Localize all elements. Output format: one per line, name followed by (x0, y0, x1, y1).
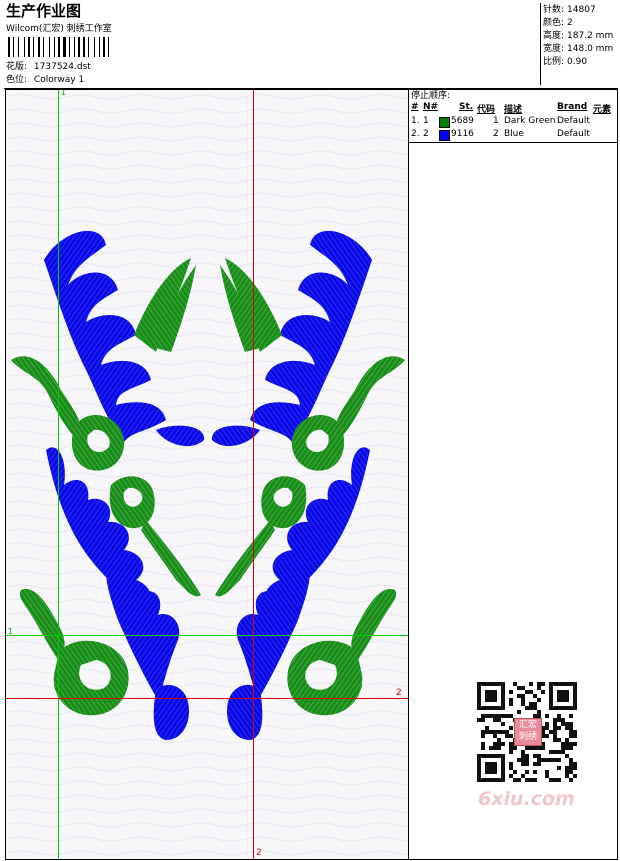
qr-badge: 汇宏刺绣 (514, 718, 542, 746)
cell-stitches: 9116 (451, 129, 474, 139)
design-label-text: 花版: (6, 62, 28, 72)
stat-row: 高度: 187.2 mm (543, 31, 613, 42)
stat-label: 颜色: (543, 18, 565, 28)
table-divider (409, 142, 618, 143)
guide-horizontal-green (6, 635, 408, 636)
table-row[interactable]: 2. 2 9116 2 Blue Default (409, 129, 618, 141)
col-brand: Brand (557, 102, 588, 112)
design-canvas: 1 1 2 2 (5, 89, 409, 860)
col-element: 元素 (593, 105, 612, 115)
stat-label: 高度: (543, 31, 565, 41)
stop-sequence-title: 停止顺序: (411, 91, 451, 101)
stat-value: 0.90 (567, 57, 588, 67)
studio-subtitle: Wilcom(汇宏) 刺绣工作室 (6, 24, 112, 34)
stat-row: 颜色: 2 (543, 18, 573, 29)
cell-code: 1 (493, 116, 499, 126)
embroidery-design (6, 90, 408, 859)
stat-row: 针数: 14807 (543, 5, 596, 16)
cell-brand: Default (557, 116, 590, 126)
stat-value: 187.2 mm (567, 31, 614, 41)
guide-label-v-green: 1 (61, 89, 67, 97)
col-index: # (411, 102, 419, 112)
barcode (8, 37, 140, 57)
cell-idx: 1. (411, 116, 420, 126)
col-code: 代码 (477, 105, 496, 115)
guide-horizontal-red (6, 698, 408, 699)
cell-stitches: 5689 (451, 116, 474, 126)
stat-value: 2 (567, 18, 573, 28)
page-title: 生产作业图 (6, 2, 82, 20)
cell-n: 1 (423, 116, 429, 126)
cell-n: 2 (423, 129, 429, 139)
stat-value: 14807 (567, 5, 596, 15)
guide-label-h-green: 1 (8, 627, 14, 636)
table-row[interactable]: 1. 1 5689 1 Dark Green Default (409, 116, 618, 128)
col-stitches: St. (459, 102, 474, 112)
colorway-label: 色位: Colorway 1 (6, 75, 84, 86)
guide-vertical-red (253, 90, 254, 859)
guide-label-v-red: 2 (256, 848, 262, 858)
table-header: # N# St. 代码 描述 Brand 元素 (409, 102, 618, 115)
qr-badge-text: 汇宏刺绣 (518, 720, 537, 742)
design-label: 花版: 1737524.dst (6, 62, 91, 73)
color-swatch (439, 117, 450, 128)
colorway-label-text: 色位: (6, 75, 28, 85)
cell-code: 2 (493, 129, 499, 139)
stat-label: 宽度: (543, 44, 565, 54)
color-swatch (439, 130, 450, 141)
stat-value: 148.0 mm (567, 44, 614, 54)
colorway-value: Colorway 1 (33, 75, 85, 85)
stat-label: 针数: (543, 5, 565, 15)
guide-vertical-green (58, 90, 59, 859)
watermark-text: 6xiu.com (478, 788, 575, 810)
col-needle: N# (423, 102, 439, 112)
stat-label: 比例: (543, 57, 565, 67)
cell-desc: Blue (504, 129, 524, 139)
col-description: 描述 (504, 105, 523, 115)
stat-row: 宽度: 148.0 mm (543, 44, 613, 55)
stat-row: 比例: 0.90 (543, 57, 587, 68)
design-file-value: 1737524.dst (33, 62, 91, 72)
cell-desc: Dark Green (504, 116, 556, 126)
guide-label-h-red: 2 (396, 688, 402, 698)
cell-brand: Default (557, 129, 590, 139)
cell-idx: 2. (411, 129, 420, 139)
